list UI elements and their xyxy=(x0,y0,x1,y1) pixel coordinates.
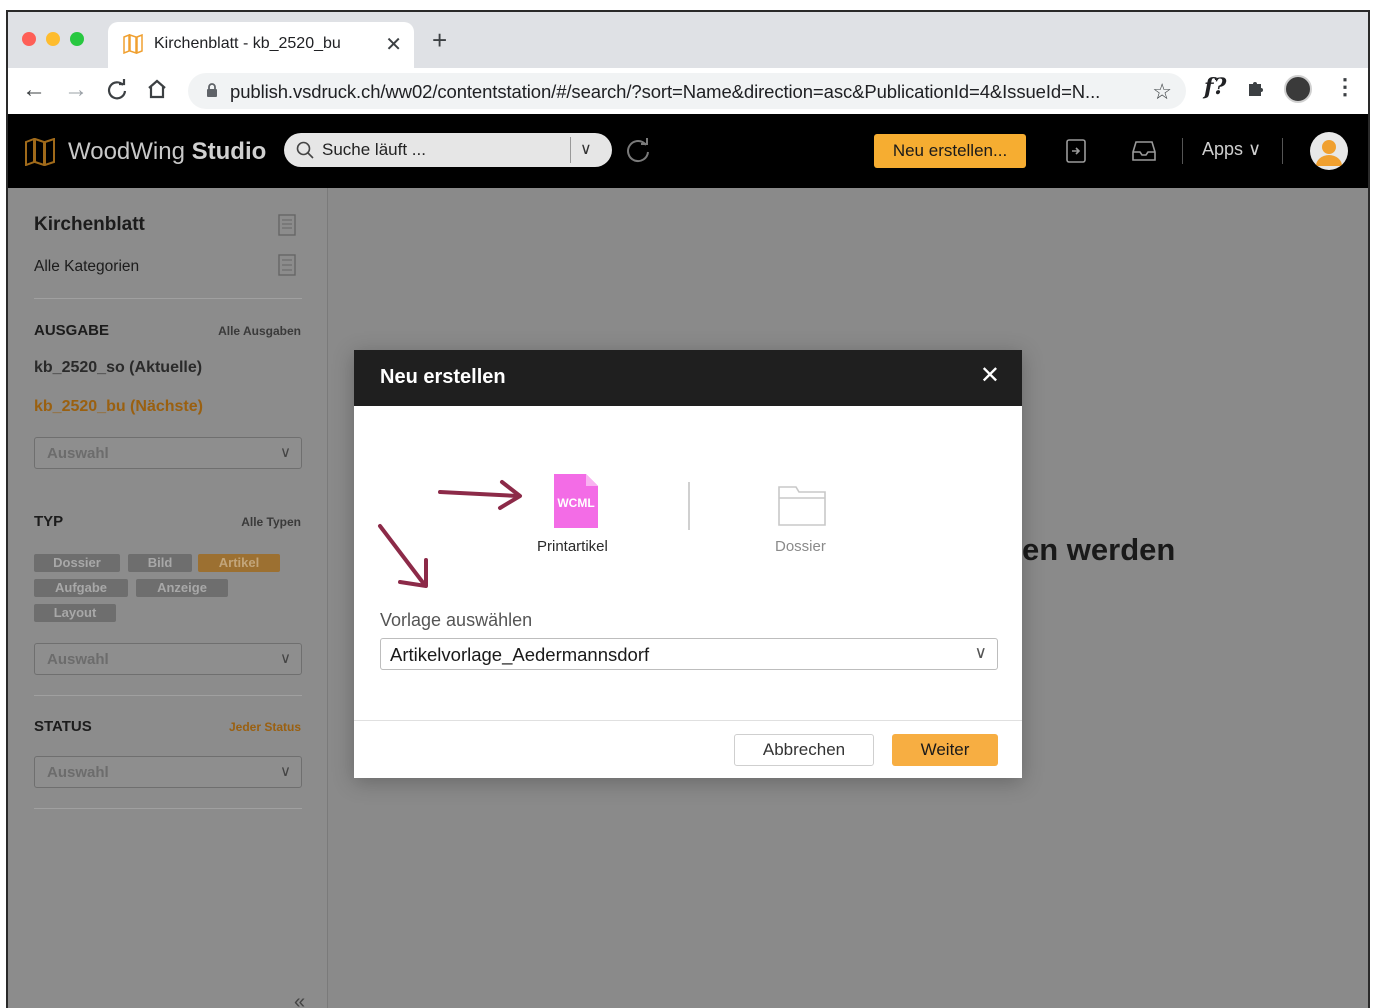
publication-title[interactable]: Kirchenblatt xyxy=(34,214,145,236)
reload-icon[interactable] xyxy=(106,79,128,101)
browser-toolbar: ← → publish.vsdruck.ch/ww02/contentstati… xyxy=(8,68,1368,114)
template-select-label: Vorlage auswählen xyxy=(380,610,533,630)
browser-window: Kirchenblatt - kb_2520_bu ✕ + ← → publis… xyxy=(6,10,1370,1008)
app-header: WoodWing Studio Suche läuft ... ∨ Neu er… xyxy=(8,114,1368,188)
issue-item-current[interactable]: kb_2520_so (Aktuelle) xyxy=(34,359,202,377)
extension-f-icon[interactable]: f? xyxy=(1204,74,1226,100)
import-icon[interactable] xyxy=(1064,138,1088,164)
type-chip-bild[interactable]: Bild xyxy=(128,554,192,572)
issue-item-next[interactable]: kb_2520_bu (Nächste) xyxy=(34,398,203,416)
lock-icon xyxy=(207,83,217,97)
back-arrow-icon[interactable]: ← xyxy=(22,77,46,103)
new-tab-button[interactable]: + xyxy=(432,27,447,53)
tab-strip: Kirchenblatt - kb_2520_bu ✕ + xyxy=(8,12,1368,68)
tab-title: Kirchenblatt - kb_2520_bu xyxy=(154,35,341,52)
browser-menu-icon[interactable]: ⋮ xyxy=(1334,74,1356,100)
type-chip-layout[interactable]: Layout xyxy=(34,604,116,622)
browser-profile-avatar[interactable] xyxy=(1284,75,1312,103)
maximize-window-button[interactable] xyxy=(70,32,84,46)
type-select[interactable]: Auswahl ∨ xyxy=(34,643,302,675)
wcml-file-icon: WCML xyxy=(554,474,598,528)
folder-icon xyxy=(778,486,826,526)
dialog-header: Neu erstellen ✕ xyxy=(354,350,1022,406)
header-divider xyxy=(1282,138,1283,164)
annotation-arrow-icon xyxy=(438,480,522,510)
all-types-link[interactable]: Alle Typen xyxy=(241,515,301,529)
user-avatar-icon xyxy=(1316,140,1342,166)
header-divider xyxy=(1182,138,1183,164)
chevron-down-icon: ∨ xyxy=(280,444,291,461)
status-heading: STATUS xyxy=(34,718,92,735)
home-icon[interactable] xyxy=(146,78,168,100)
apps-menu[interactable]: Apps ∨ xyxy=(1202,139,1261,160)
status-select[interactable]: Auswahl ∨ xyxy=(34,756,302,788)
cancel-button[interactable]: Abbrechen xyxy=(734,734,874,766)
type-select-placeholder: Auswahl xyxy=(47,651,109,668)
category-list-icon[interactable] xyxy=(278,254,296,276)
any-status-link[interactable]: Jeder Status xyxy=(229,720,301,734)
dialog-title: Neu erstellen xyxy=(380,366,506,388)
woodwing-logo-icon xyxy=(25,138,55,166)
filter-sidebar: Kirchenblatt Alle Kategorien AUSGABE All… xyxy=(8,188,328,1008)
ausgabe-heading: AUSGABE xyxy=(34,322,110,339)
options-divider xyxy=(688,482,690,530)
template-select-value: Artikelvorlage_Aedermannsdorf xyxy=(390,644,650,665)
dialog-close-icon[interactable]: ✕ xyxy=(980,364,1000,388)
option-dossier[interactable] xyxy=(778,484,826,531)
collapse-sidebar-icon[interactable]: « xyxy=(294,991,305,1008)
address-bar[interactable]: publish.vsdruck.ch/ww02/contentstation/#… xyxy=(188,73,1186,109)
option-dossier-label[interactable]: Dossier xyxy=(775,538,826,555)
option-printartikel-label[interactable]: Printartikel xyxy=(537,538,608,555)
chevron-down-icon: ∨ xyxy=(280,763,291,780)
type-chip-anzeige[interactable]: Anzeige xyxy=(136,579,228,597)
publication-icon[interactable] xyxy=(278,214,296,236)
brand-name: WoodWing Studio xyxy=(68,138,267,165)
bookmark-star-icon[interactable]: ☆ xyxy=(1152,79,1172,105)
new-create-button[interactable]: Neu erstellen... xyxy=(874,134,1026,168)
type-chip-artikel[interactable]: Artikel xyxy=(198,554,280,572)
extensions-puzzle-icon[interactable] xyxy=(1246,78,1266,98)
issue-select-placeholder: Auswahl xyxy=(47,445,109,462)
issue-select[interactable]: Auswahl ∨ xyxy=(34,437,302,469)
typ-heading: TYP xyxy=(34,513,64,530)
search-divider xyxy=(570,137,571,163)
sidebar-divider xyxy=(34,695,302,696)
refresh-icon[interactable] xyxy=(624,137,652,165)
minimize-window-button[interactable] xyxy=(46,32,60,46)
tab-close-icon[interactable]: ✕ xyxy=(385,32,402,57)
dialog-footer-divider xyxy=(354,720,1022,721)
search-status-text: Suche läuft ... xyxy=(322,140,426,159)
category-filter[interactable]: Alle Kategorien xyxy=(34,258,139,276)
empty-state-text: en werden xyxy=(1022,532,1176,567)
all-issues-link[interactable]: Alle Ausgaben xyxy=(218,324,301,338)
sidebar-divider xyxy=(34,298,302,299)
sidebar-divider xyxy=(34,808,302,809)
inbox-icon[interactable] xyxy=(1130,138,1158,164)
close-window-button[interactable] xyxy=(22,32,36,46)
create-new-dialog: Neu erstellen ✕ WCML Printartikel Dossie… xyxy=(354,350,1022,778)
search-box[interactable]: Suche läuft ... ∨ xyxy=(284,133,612,167)
type-chip-dossier[interactable]: Dossier xyxy=(34,554,120,572)
annotation-arrow-icon xyxy=(378,524,428,588)
search-options-chevron-icon[interactable]: ∨ xyxy=(580,139,592,159)
wcml-icon-label: WCML xyxy=(557,496,594,510)
user-avatar[interactable] xyxy=(1310,132,1348,170)
chevron-down-icon: ∨ xyxy=(974,643,987,662)
status-select-placeholder: Auswahl xyxy=(47,764,109,781)
browser-tab[interactable]: Kirchenblatt - kb_2520_bu ✕ xyxy=(108,22,414,68)
type-chip-aufgabe[interactable]: Aufgabe xyxy=(34,579,128,597)
woodwing-favicon-icon xyxy=(123,34,143,54)
option-printartikel[interactable]: WCML xyxy=(554,474,598,533)
url-text: publish.vsdruck.ch/ww02/contentstation/#… xyxy=(230,81,1101,102)
forward-arrow-icon[interactable]: → xyxy=(64,77,88,103)
next-button[interactable]: Weiter xyxy=(892,734,998,766)
chevron-down-icon: ∨ xyxy=(280,650,291,667)
template-select[interactable]: Artikelvorlage_Aedermannsdorf ∨ xyxy=(380,638,998,670)
search-icon xyxy=(296,141,314,159)
